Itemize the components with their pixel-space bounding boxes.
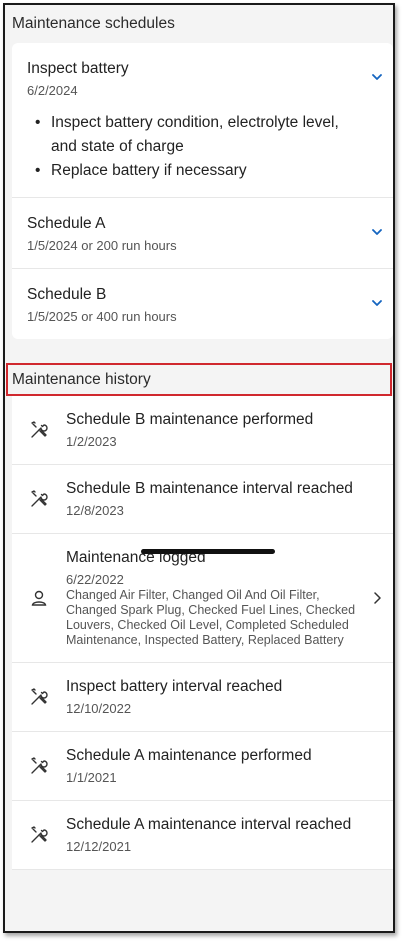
- chevron-down-icon[interactable]: [371, 297, 383, 309]
- schedule-item-schedule-a[interactable]: Schedule A 1/5/2024 or 200 run hours: [12, 198, 393, 269]
- history-item[interactable]: Schedule B maintenance performed 1/2/202…: [12, 396, 393, 465]
- history-title: Inspect battery interval reached: [66, 678, 283, 695]
- scroll-handle[interactable]: [141, 549, 275, 554]
- schedule-due-date: 1/5/2025 or 400 run hours: [27, 309, 177, 324]
- schedule-item-schedule-b[interactable]: Schedule B 1/5/2025 or 400 run hours: [12, 269, 393, 339]
- history-title: Schedule A maintenance interval reached: [66, 816, 352, 833]
- schedule-detail-list: • Inspect battery condition, electrolyte …: [27, 111, 363, 183]
- history-date: 12/10/2022: [66, 701, 132, 716]
- schedule-due-date: 6/2/2024: [27, 83, 78, 98]
- schedules-card: Inspect battery 6/2/2024 • Inspect batter…: [12, 43, 393, 339]
- history-title: Schedule B maintenance performed: [66, 411, 314, 428]
- person-icon: [12, 589, 66, 607]
- history-item[interactable]: Inspect battery interval reached 12/10/2…: [12, 663, 393, 732]
- maintenance-panel: Maintenance schedules Inspect battery 6/…: [3, 3, 395, 933]
- wrench-screwdriver-icon: [12, 756, 66, 776]
- history-item[interactable]: Schedule A maintenance performed 1/1/202…: [12, 732, 393, 801]
- schedules-header-label: Maintenance schedules: [12, 15, 175, 32]
- schedule-detail-item: • Replace battery if necessary: [35, 162, 247, 179]
- history-date: 1/2/2023: [66, 434, 117, 449]
- history-item[interactable]: Schedule A maintenance interval reached …: [12, 801, 393, 870]
- chevron-down-icon[interactable]: [371, 226, 383, 238]
- history-item[interactable]: Schedule B maintenance interval reached …: [12, 465, 393, 534]
- chevron-down-icon[interactable]: [371, 71, 383, 83]
- history-title: Schedule A maintenance performed: [66, 747, 312, 764]
- history-date: 1/1/2021: [66, 770, 117, 785]
- schedules-section-header: Maintenance schedules: [5, 5, 393, 43]
- history-header-label: Maintenance history: [12, 370, 151, 388]
- history-section-header: Maintenance history: [6, 363, 392, 396]
- wrench-screwdriver-icon: [12, 489, 66, 509]
- wrench-screwdriver-icon: [12, 420, 66, 440]
- history-detail: Changed Air Filter, Changed Oil And Oil …: [66, 588, 356, 647]
- history-date: 12/12/2021: [66, 839, 132, 854]
- schedule-due-date: 1/5/2024 or 200 run hours: [27, 238, 177, 253]
- history-list: Schedule B maintenance performed 1/2/202…: [12, 396, 393, 870]
- history-date: 12/8/2023: [66, 503, 124, 518]
- schedule-item-inspect-battery[interactable]: Inspect battery 6/2/2024 • Inspect batter…: [12, 43, 393, 198]
- schedule-title: Inspect battery: [27, 60, 129, 77]
- history-date: 6/22/2022: [66, 572, 124, 587]
- wrench-screwdriver-icon: [12, 687, 66, 707]
- wrench-screwdriver-icon: [12, 825, 66, 845]
- schedule-title: Schedule A: [27, 215, 106, 232]
- schedule-detail-item: • Inspect battery condition, electrolyte …: [35, 114, 339, 155]
- history-title: Schedule B maintenance interval reached: [66, 480, 353, 497]
- chevron-right-icon[interactable]: [373, 592, 381, 604]
- schedule-title: Schedule B: [27, 286, 107, 303]
